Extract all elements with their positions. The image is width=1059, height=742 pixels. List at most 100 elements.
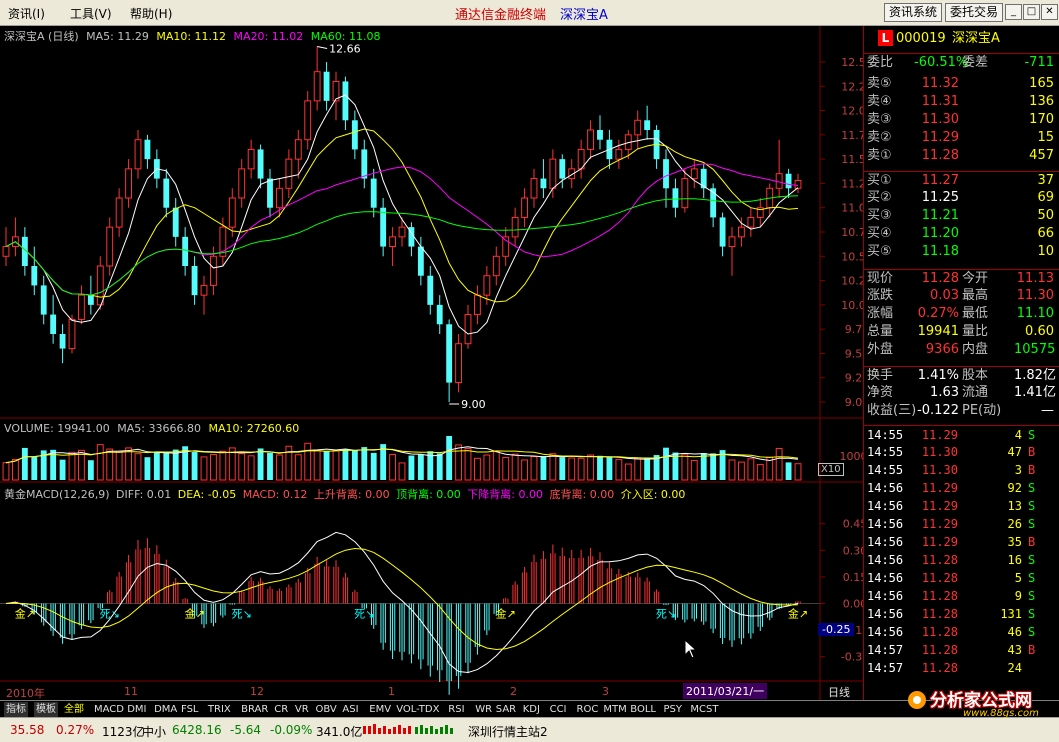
menu-help[interactable]: 帮助(H): [130, 5, 172, 22]
trade-button[interactable]: 委托交易: [945, 3, 1004, 22]
tick-price: 11.30: [921, 463, 958, 477]
bid-volume: 50: [1037, 208, 1054, 223]
candle-body: [644, 120, 651, 130]
candle-body: [210, 255, 217, 286]
stat-value: 10575: [1014, 342, 1056, 357]
tab-cci[interactable]: CCI: [550, 702, 567, 717]
bid-row: 买③ 11.21 50: [864, 207, 1059, 225]
volume-bar: [134, 453, 142, 481]
volume-bar: [738, 461, 745, 481]
index1-value: 35.58: [10, 723, 45, 737]
watermark-logo: 分析家公式网 www.88gs.com: [905, 684, 1057, 724]
tab-dma[interactable]: DMA: [154, 702, 177, 717]
candle-body: [446, 324, 453, 383]
info-system-button[interactable]: 资讯系统: [884, 3, 943, 22]
tab-wr[interactable]: WR: [475, 702, 492, 717]
menu-tools[interactable]: 工具(V): [70, 5, 112, 22]
stat-value: 11.10: [1016, 306, 1054, 321]
fund-row: 净资 1.63 流通 1.41亿: [864, 384, 1059, 402]
stat-value: 0.27%: [917, 306, 959, 321]
close-icon[interactable]: ✕: [1041, 4, 1058, 20]
tab-vr[interactable]: VR: [295, 702, 309, 717]
tab-模板[interactable]: 模板: [34, 702, 58, 717]
tab-psy[interactable]: PSY: [664, 702, 683, 717]
tab-cr[interactable]: CR: [274, 702, 288, 717]
y-tick-label: 10.50: [841, 250, 863, 263]
volume-bar: [106, 448, 114, 481]
bid-level-label: 买③: [867, 208, 892, 223]
tab-macd[interactable]: MACD: [94, 702, 124, 717]
tab-obv[interactable]: OBV: [316, 702, 337, 717]
tab-fsl[interactable]: FSL: [181, 702, 199, 717]
quote-panel: L 000019 深深宝A 委比 -60.51% 委差 -711 卖⑤ 11.32…: [863, 26, 1059, 700]
chart-area[interactable]: 12.50 12.25 12.00 11.75 11.50 11.25 11.00 10.75…: [0, 26, 863, 700]
maximize-icon[interactable]: □: [1023, 4, 1040, 20]
tab-emv[interactable]: EMV: [369, 702, 391, 717]
candle-body: [559, 159, 566, 179]
y-tick-label: 12.50: [841, 56, 863, 69]
volume-bar: [634, 457, 642, 481]
tab-sar[interactable]: SAR: [496, 702, 516, 717]
tab-kdj[interactable]: KDJ: [523, 702, 540, 717]
stat-label: 最高: [962, 288, 989, 303]
volume-bar: [276, 454, 283, 481]
tick-side: B: [1028, 463, 1036, 477]
chart-canvas[interactable]: 12.50 12.25 12.00 11.75 11.50 11.25 11.00 10.75…: [0, 26, 863, 700]
volume-bar: [474, 457, 481, 481]
tab-brar[interactable]: BRAR: [241, 702, 268, 717]
tab-trix[interactable]: TRIX: [208, 702, 231, 717]
tab-dmi[interactable]: DMI: [127, 702, 146, 717]
candle-body: [115, 197, 123, 228]
volume-bar: [247, 455, 255, 481]
tick-volume: 16: [1007, 553, 1022, 567]
candle-body: [728, 236, 736, 248]
tab-mcst[interactable]: MCST: [690, 702, 718, 717]
volume-bar: [267, 452, 273, 480]
menu-info[interactable]: 资讯(I): [8, 5, 45, 22]
tab-boll[interactable]: BOLL: [630, 702, 656, 717]
stat-label: 内盘: [962, 342, 989, 357]
tab-rsi[interactable]: RSI: [448, 702, 464, 717]
candle-body: [361, 149, 368, 179]
volume-bar: [530, 456, 538, 481]
ask-volume: 457: [1029, 148, 1054, 163]
tab-vol-tdx[interactable]: VOL-TDX: [396, 702, 439, 717]
period-label[interactable]: 日线: [828, 684, 850, 700]
tick-volume: 9: [1014, 589, 1022, 603]
tab-全部[interactable]: 全部: [64, 702, 84, 717]
fund-label: 股本: [962, 368, 989, 383]
tick-time: 14:56: [867, 589, 904, 603]
volume-bar: [436, 453, 443, 480]
volume-bar: [417, 454, 424, 480]
tick-time: 14:56: [867, 607, 904, 621]
stat-row: 涨幅 0.27% 最低 11.10: [864, 305, 1059, 323]
volume-bar: [68, 451, 76, 481]
minimize-icon[interactable]: _: [1005, 4, 1022, 20]
volume-bar: [492, 451, 500, 481]
volume-bar: [144, 457, 151, 480]
tick-volume: 26: [1007, 517, 1022, 531]
bid-level-label: 买⑤: [867, 244, 892, 259]
tab-asi[interactable]: ASI: [342, 702, 358, 717]
server-name[interactable]: 深圳行情主站2: [468, 723, 548, 740]
tab-mtm[interactable]: MTM: [603, 702, 626, 717]
fund-row: 收益(三) -0.122 PE(动) —: [864, 402, 1059, 420]
ask-level-label: 卖①: [867, 148, 892, 163]
fund-value: 1.41%: [917, 368, 959, 383]
candle-body: [59, 334, 66, 349]
tick-price: 11.29: [921, 499, 958, 513]
volume-bar: [690, 459, 698, 481]
tick-time: 14:56: [867, 517, 904, 531]
candle-body: [78, 294, 85, 320]
macd-signal-label: 死↘: [100, 608, 120, 621]
volume-bar: [12, 458, 19, 481]
volume-bar: [96, 444, 104, 481]
candle-body: [398, 226, 406, 238]
main-chart-header: 深深宝A (日线) MA5: 11.29 MA10: 11.12 MA20: 1…: [4, 28, 380, 44]
tab-roc[interactable]: ROC: [577, 702, 599, 717]
candle-body: [511, 216, 519, 238]
macd-signal-label: 金↗: [15, 607, 35, 621]
candle-body: [267, 178, 273, 208]
tab-指标[interactable]: 指标: [4, 702, 28, 717]
tick-side: B: [1028, 445, 1036, 459]
